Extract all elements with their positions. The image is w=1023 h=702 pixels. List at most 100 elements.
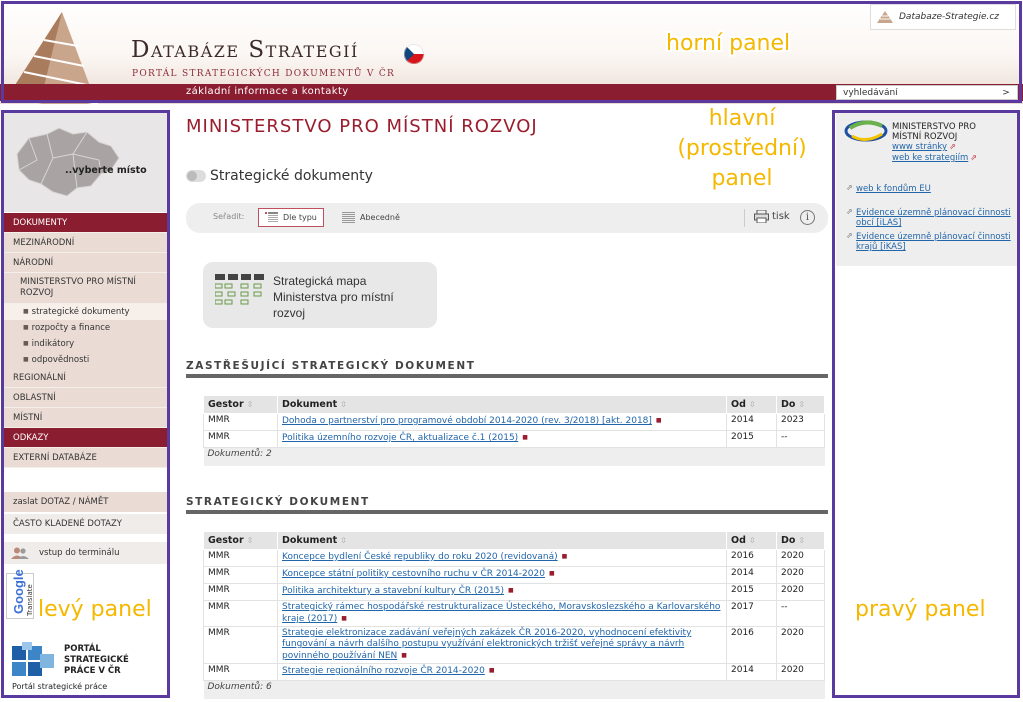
heading-rule: [186, 510, 828, 514]
strategic-map-label: Strategická mapa Ministerstva pro místní…: [273, 273, 394, 321]
col-label: Gestor: [208, 535, 244, 546]
document-link[interactable]: Strategie regionálního rozvoje ČR 2014-2…: [282, 666, 494, 676]
map-card-line: Ministerstva pro místní: [273, 290, 394, 304]
ikas-link[interactable]: Evidence územně plánovací činnosti krajů…: [856, 232, 1011, 252]
sort-alphabetical-button[interactable]: Abecedně: [336, 208, 406, 227]
col-from[interactable]: Od ⇳: [726, 531, 777, 550]
menu-area[interactable]: OBLASTNÍ: [3, 388, 167, 408]
submenu-strategic-documents[interactable]: strategické dokumenty: [3, 304, 167, 320]
col-to[interactable]: Do ⇳: [776, 531, 825, 550]
document-link[interactable]: Dohoda o partnerství pro programové obdo…: [282, 416, 662, 426]
menu-links[interactable]: ODKAZY: [3, 428, 167, 448]
cell-document: Koncepce státní politiky cestovního ruch…: [277, 566, 727, 584]
umbrella-documents-table: Gestor ⇳ Dokument ⇳ Od ⇳ Do ⇳ MMR Dohoda o p…: [203, 395, 825, 466]
submenu-budgets[interactable]: rozpočty a finance: [3, 320, 167, 336]
col-label: Do: [781, 535, 796, 546]
cell-gestor: MMR: [203, 566, 278, 584]
annotation-left: levý panel: [38, 597, 152, 622]
sort-arrows-icon: ⇳: [798, 400, 806, 409]
col-document[interactable]: Dokument ⇳: [277, 531, 727, 550]
list-icon: [342, 212, 355, 223]
strategic-documents-table: Gestor ⇳ Dokument ⇳ Od ⇳ Do ⇳ MMR Koncepce b…: [203, 531, 825, 699]
document-count: Dokumentů: 2: [203, 447, 825, 466]
annotation-main: hlavní (prostřední) panel: [662, 104, 822, 194]
table-row: MMR Dohoda o partnerství pro programové …: [203, 413, 825, 431]
databaze-strategie-link[interactable]: Databaze-Strategie.cz: [870, 4, 1016, 30]
submenu-indicators[interactable]: indikátory: [3, 336, 167, 352]
site-title[interactable]: Databáze Strategií: [131, 37, 359, 63]
map-select-label: ..vyberte místo: [65, 165, 147, 176]
sort-arrows-icon: ⇳: [748, 400, 756, 409]
printer-icon: [754, 210, 769, 223]
left-menu: DOKUMENTY MEZINÁRODNÍ NÁRODNÍ MINISTERST…: [3, 213, 167, 468]
www-link[interactable]: www stránky: [892, 142, 956, 152]
cell-document: Strategie regionálního rozvoje ČR 2014-2…: [277, 663, 727, 681]
col-gestor[interactable]: Gestor ⇳: [203, 395, 278, 414]
czech-map-icon: [16, 127, 120, 197]
annotation-right: pravý panel: [855, 597, 986, 622]
cell-from: 2017: [726, 600, 777, 627]
cell-gestor: MMR: [203, 583, 278, 601]
pyramid-small-icon: [877, 11, 893, 23]
toggle-icon[interactable]: [186, 170, 206, 182]
cell-to: 2020: [776, 626, 825, 664]
menu-ministry[interactable]: MINISTERSTVO PRO MÍSTNÍ ROZVOJ: [3, 273, 167, 304]
col-from[interactable]: Od ⇳: [726, 395, 777, 414]
menu-national[interactable]: NÁRODNÍ: [3, 253, 167, 273]
cell-gestor: MMR: [203, 663, 278, 681]
print-button[interactable]: tisk: [754, 210, 790, 223]
section-title: Strategické dokumenty: [210, 168, 373, 184]
menu-regional[interactable]: REGIONÁLNÍ: [3, 368, 167, 388]
portal-cube-icon[interactable]: [10, 642, 58, 682]
sort-arrows-icon: ⇳: [340, 400, 347, 409]
document-link[interactable]: Koncepce bydlení České republiky do roku…: [282, 552, 567, 562]
strategy-web-link[interactable]: web ke strategiím: [892, 153, 977, 163]
menu-international[interactable]: MEZINÁRODNÍ: [3, 233, 167, 253]
page-title: MINISTERSTVO PRO MÍSTNÍ ROZVOJ: [186, 116, 538, 137]
search-input[interactable]: [837, 86, 997, 99]
eu-funds-link[interactable]: web k fondům EU: [856, 184, 931, 194]
sort-by-type-button[interactable]: Dle typu: [258, 208, 324, 227]
search-go-button[interactable]: >: [997, 88, 1015, 98]
menu-local[interactable]: MÍSTNÍ: [3, 408, 167, 428]
section-header[interactable]: Strategické dokumenty: [186, 168, 373, 184]
ilas-line: obcí [iLAS]: [856, 218, 902, 228]
document-link[interactable]: Koncepce státní politiky cestovního ruch…: [282, 569, 555, 579]
ministry-name-line: MÍSTNÍ ROZVOJ: [892, 132, 958, 142]
group-heading-umbrella: ZASTŘEŠUJÍCÍ STRATEGICKÝ DOKUMENT: [186, 360, 476, 372]
table-row: MMR Politika územního rozvoje ČR, aktual…: [203, 430, 825, 448]
mmr-logo-icon[interactable]: [844, 118, 888, 144]
cell-document: Strategický rámec hospodářské restruktur…: [277, 600, 727, 627]
info-contacts-link[interactable]: základní informace a kontakty: [186, 86, 349, 97]
faq-link[interactable]: ČASTO KLADENÉ DOTAZY: [3, 514, 167, 534]
table-row: MMR Koncepce státní politiky cestovního …: [203, 566, 825, 584]
col-document[interactable]: Dokument ⇳: [277, 395, 727, 414]
strategic-map-button[interactable]: Strategická mapa Ministerstva pro místní…: [203, 262, 437, 328]
sort-arrows-icon: ⇳: [246, 536, 254, 545]
document-link[interactable]: Strategický rámec hospodářské restruktur…: [282, 602, 720, 624]
portal-name-line: STRATEGICKÉ: [64, 655, 129, 665]
ilas-link[interactable]: Evidence územně plánovací činnosti obcí …: [856, 208, 1011, 228]
google-logo: Google: [11, 569, 26, 614]
menu-documents[interactable]: DOKUMENTY: [3, 213, 167, 233]
col-gestor[interactable]: Gestor ⇳: [203, 531, 278, 550]
col-to[interactable]: Do ⇳: [776, 395, 825, 414]
google-translate-button[interactable]: Google Translate: [6, 569, 34, 619]
document-link[interactable]: Politika architektury a stavební kultury…: [282, 586, 514, 596]
menu-external-databases[interactable]: EXTERNÍ DATABÁZE: [3, 448, 167, 468]
region-map[interactable]: ..vyberte místo: [3, 112, 167, 212]
info-icon[interactable]: i: [800, 210, 815, 225]
document-link[interactable]: Strategie elektronizace zadávání veřejný…: [282, 628, 691, 661]
portal-name-line: PRÁCE V ČR: [64, 666, 121, 676]
cell-from: 2015: [726, 430, 777, 448]
heading-rule: [186, 374, 828, 378]
external-link-icon: ⇗: [846, 231, 853, 240]
terminal-login[interactable]: vstup do terminálu: [3, 542, 167, 564]
sort-toolbar: Seřadit: Dle typu Abecedně tisk i: [186, 203, 828, 233]
ask-question-link[interactable]: zaslat DOTAZ / NÁMĚT: [3, 492, 167, 512]
cell-to: --: [776, 600, 825, 627]
submenu-responsibilities[interactable]: odpovědnosti: [3, 352, 167, 368]
document-link[interactable]: Politika územního rozvoje ČR, aktualizac…: [282, 433, 528, 443]
col-label: Dokument: [282, 535, 338, 546]
col-label: Od: [731, 535, 746, 546]
